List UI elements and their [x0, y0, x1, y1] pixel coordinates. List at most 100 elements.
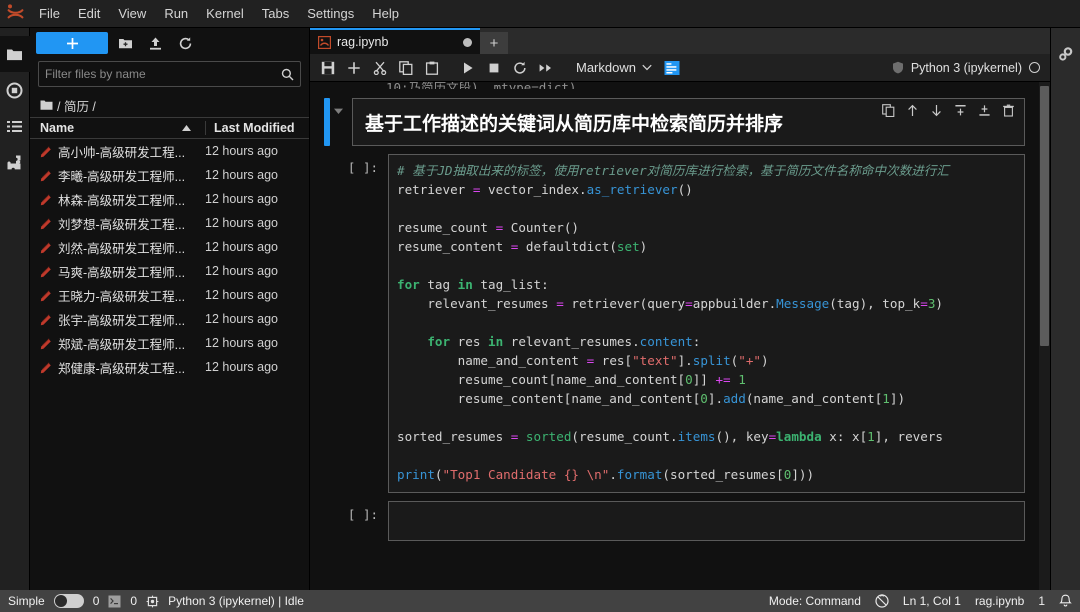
code-token: 1 — [867, 429, 875, 444]
column-header-name[interactable]: Name — [40, 121, 205, 135]
refresh-button[interactable] — [172, 32, 198, 54]
cut-cell-button[interactable] — [368, 56, 392, 80]
file-name-cell: 郑健康-高级研发工程... — [40, 358, 205, 377]
kernel-status-icon[interactable] — [1029, 62, 1040, 73]
cell-collapser[interactable] — [330, 98, 346, 146]
notification-bell-icon[interactable] — [1059, 594, 1072, 608]
search-input[interactable] — [45, 67, 281, 81]
notebook-mode[interactable]: Mode: Command — [769, 594, 861, 608]
kernel-session-icon[interactable] — [146, 595, 159, 608]
cell-type-value: Markdown — [576, 60, 636, 75]
paste-icon — [425, 61, 439, 75]
sidebar-item-toc[interactable] — [0, 108, 30, 144]
terminal-icon[interactable] — [108, 595, 121, 608]
menu-kernel[interactable]: Kernel — [197, 0, 253, 28]
code-cell[interactable]: [ ]: # 基于JD抽取出来的标签，使用retriever对简历库进行检索，基… — [310, 150, 1039, 497]
restart-kernel-button[interactable] — [508, 56, 532, 80]
terminal-count[interactable]: 0 — [93, 594, 100, 608]
code-token: relevant_resumes — [397, 296, 557, 311]
sidebar-item-file-browser[interactable] — [0, 36, 30, 72]
code-source[interactable]: # 基于JD抽取出来的标签，使用retriever对简历库进行检索，基于简历文件… — [397, 161, 1024, 484]
debugger-toggle[interactable] — [660, 56, 684, 80]
list-item[interactable]: 郑健康-高级研发工程... 12 hours ago — [30, 355, 309, 379]
code-token: for — [397, 277, 420, 292]
markdown-file-icon — [40, 313, 51, 325]
filter-files-field[interactable] — [38, 61, 301, 87]
list-item[interactable]: 刘梦想-高级研发工程... 12 hours ago — [30, 211, 309, 235]
empty-code-cell[interactable]: [ ]: — [310, 497, 1039, 545]
run-cell-button[interactable] — [456, 56, 480, 80]
cursor-position[interactable]: Ln 1, Col 1 — [903, 594, 961, 608]
delete-cell-icon[interactable] — [1001, 103, 1016, 118]
sidebar-item-running[interactable] — [0, 72, 30, 108]
sidebar-item-extensions[interactable] — [0, 144, 30, 180]
list-item[interactable]: 马爽-高级研发工程师... 12 hours ago — [30, 259, 309, 283]
list-item[interactable]: 张宇-高级研发工程师... 12 hours ago — [30, 307, 309, 331]
menu-view[interactable]: View — [109, 0, 155, 28]
move-cell-down-icon[interactable] — [929, 103, 944, 118]
upload-button[interactable] — [142, 32, 168, 54]
list-item[interactable]: 郑斌-高级研发工程师... 12 hours ago — [30, 331, 309, 355]
menu-edit[interactable]: Edit — [69, 0, 109, 28]
list-item[interactable]: 高小帅-高级研发工程... 12 hours ago — [30, 139, 309, 163]
menu-file[interactable]: File — [30, 0, 69, 28]
move-cell-up-icon[interactable] — [905, 103, 920, 118]
insert-cell-above-icon[interactable] — [953, 103, 968, 118]
markdown-cell-body[interactable]: 基于工作描述的关键词从简历库中检索简历并排序 — [352, 98, 1025, 146]
tab-dirty-indicator[interactable] — [463, 37, 472, 47]
copy-cell-button[interactable] — [394, 56, 418, 80]
kernel-session-count[interactable]: 0 — [130, 594, 137, 608]
markdown-cell[interactable]: 基于工作描述的关键词从简历库中检索简历并排序 — [310, 94, 1039, 150]
markdown-file-icon — [40, 169, 51, 181]
code-token: x: x[ — [821, 429, 868, 444]
new-folder-button[interactable] — [112, 32, 138, 54]
paste-cell-button[interactable] — [420, 56, 444, 80]
list-item[interactable]: 刘然-高级研发工程师... 12 hours ago — [30, 235, 309, 259]
breadcrumb[interactable]: / 简历 / — [30, 93, 309, 117]
save-button[interactable] — [316, 56, 340, 80]
menu-help[interactable]: Help — [363, 0, 408, 28]
stop-kernel-button[interactable] — [482, 56, 506, 80]
tab-rag-ipynb[interactable]: rag.ipynb — [310, 28, 480, 54]
code-cell-body[interactable]: # 基于JD抽取出来的标签，使用retriever对简历库进行检索，基于简历文件… — [388, 154, 1025, 493]
code-token: appbuilder. — [692, 296, 777, 311]
menu-tabs[interactable]: Tabs — [253, 0, 298, 28]
list-item[interactable]: 李曦-高级研发工程师... 12 hours ago — [30, 163, 309, 187]
menu-settings[interactable]: Settings — [298, 0, 363, 28]
restart-run-all-button[interactable] — [534, 56, 558, 80]
kernel-name[interactable]: Python 3 (ipykernel) — [911, 61, 1022, 75]
notebook-scrollbar-thumb[interactable] — [1040, 86, 1049, 346]
fast-forward-icon — [539, 63, 551, 72]
insert-cell-below-icon[interactable] — [977, 103, 992, 118]
code-token: ) — [935, 296, 944, 311]
code-token: items — [677, 429, 716, 444]
debugger-status-icon[interactable] — [875, 594, 889, 608]
sidebar-item-property-inspector[interactable] — [1051, 36, 1080, 72]
code-token: ]) — [889, 391, 906, 406]
cell-type-dropdown[interactable]: Markdown — [570, 57, 658, 79]
code-token: "+" — [738, 353, 762, 368]
column-header-last-modified[interactable]: Last Modified — [205, 121, 309, 135]
code-editor[interactable]: # 基于JD抽取出来的标签，使用retriever对简历库进行检索，基于简历文件… — [388, 154, 1025, 493]
code-token: Counter() — [503, 220, 579, 235]
play-icon — [464, 62, 473, 73]
code-token: . — [609, 467, 617, 482]
empty-code-editor[interactable] — [388, 501, 1025, 541]
notification-count[interactable]: 1 — [1038, 594, 1045, 608]
simple-mode-toggle[interactable] — [53, 594, 84, 608]
menu-run[interactable]: Run — [155, 0, 197, 28]
list-item[interactable]: 林森-高级研发工程师... 12 hours ago — [30, 187, 309, 211]
markdown-rendered-box[interactable]: 基于工作描述的关键词从简历库中检索简历并排序 — [352, 98, 1025, 146]
kernel-status-text[interactable]: Python 3 (ipykernel) | Idle — [168, 594, 304, 608]
restart-icon — [514, 61, 526, 74]
code-token: 0 — [685, 372, 693, 387]
page-title: 基于工作描述的关键词从简历库中检索简历并排序 — [365, 113, 784, 135]
insert-cell-button[interactable] — [342, 56, 366, 80]
empty-cell-body[interactable] — [388, 501, 1025, 541]
duplicate-cell-icon[interactable] — [881, 103, 896, 118]
new-launcher-button[interactable] — [36, 32, 108, 54]
new-tab-button[interactable]: + — [480, 32, 508, 54]
notebook-scrollbar[interactable] — [1039, 82, 1050, 590]
list-item[interactable]: 王晓力-高级研发工程... 12 hours ago — [30, 283, 309, 307]
file-name: 林森-高级研发工程师... — [58, 193, 186, 208]
